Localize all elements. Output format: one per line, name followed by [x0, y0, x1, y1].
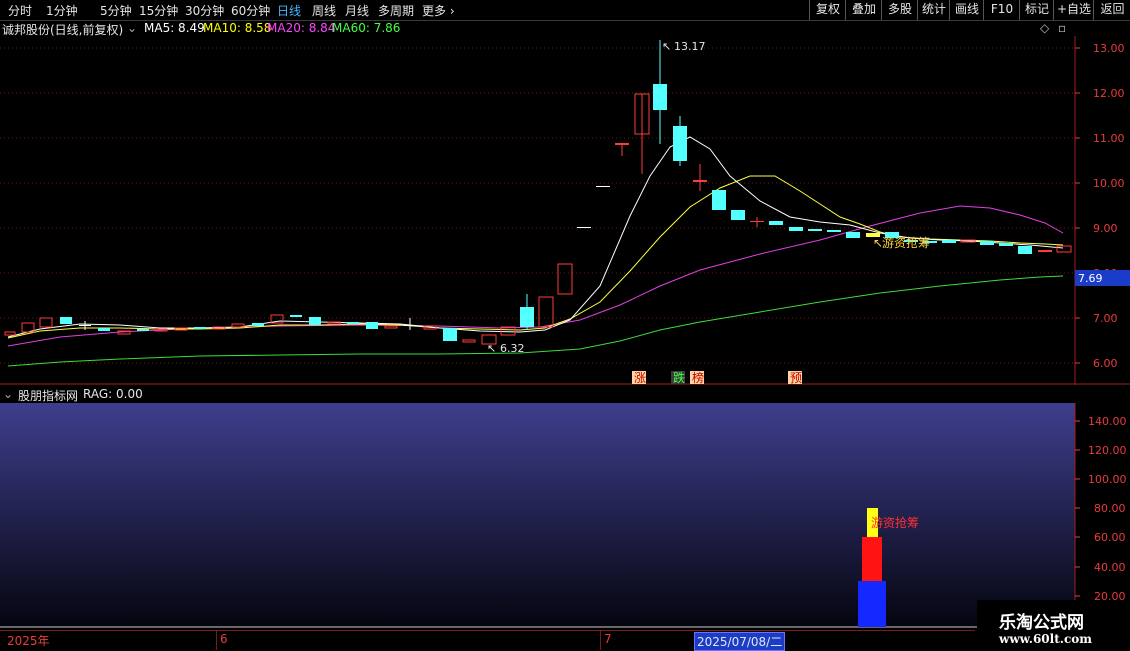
- ma5-label: MA5: 8.49: [144, 21, 205, 35]
- ma10-line: [7, 175, 1064, 339]
- indicator-y-tick: 120.00: [1088, 444, 1127, 457]
- candlestick-chart[interactable]: ↖ 13.17 ↖ 6.32 ↖ 游资抢筹 涨 跌 榜 预 13.00 12.0…: [0, 36, 1130, 385]
- signal-fall: 跌: [673, 370, 685, 385]
- y-tick: 11.00: [1093, 132, 1125, 145]
- main-annotation: 游资抢筹: [882, 235, 930, 250]
- indicator-annotation: 游资抢筹: [871, 515, 919, 530]
- y-tick: 10.00: [1093, 177, 1125, 190]
- ma20-line: [7, 205, 1064, 347]
- tab-weekly[interactable]: 周线: [312, 2, 336, 19]
- period-toolbar: 分时 1分钟 5分钟 15分钟 30分钟 60分钟 日线 周线 月线 多周期 更…: [0, 0, 1130, 21]
- tab-daily[interactable]: 日线: [277, 2, 301, 19]
- y-tick: 9.00: [1093, 222, 1118, 235]
- tab-fenshi[interactable]: 分时: [8, 2, 32, 19]
- add-watchlist-button[interactable]: +自选: [1053, 0, 1094, 20]
- draw-line-button[interactable]: 画线: [949, 0, 984, 20]
- indicator-chart[interactable]: 游资抢筹 140.00 120.00 100.00 80.00 60.00 40…: [0, 403, 1130, 630]
- indicator-header: ⌄ 股朋指标网 RAG: 0.00: [0, 385, 1075, 403]
- watermark-logo: 乐淘公式网 www.60lt.com: [977, 600, 1130, 650]
- indicator-y-tick: 80.00: [1094, 502, 1126, 515]
- watermark-name: 乐淘公式网: [999, 613, 1084, 633]
- tab-monthly[interactable]: 月线: [345, 2, 369, 19]
- tab-15min[interactable]: 15分钟: [139, 2, 178, 19]
- ma60-label: MA60: 7.86: [332, 21, 401, 35]
- signal-forecast: 预: [790, 371, 802, 385]
- indicator-y-tick: 60.00: [1094, 531, 1126, 544]
- y-tick: 13.00: [1093, 42, 1125, 55]
- signal-rise: 涨: [634, 370, 646, 385]
- y-tick: 6.00: [1093, 357, 1118, 370]
- tab-30min[interactable]: 30分钟: [185, 2, 224, 19]
- ma20-label: MA20: 8.84: [267, 21, 336, 35]
- cursor-date: 2025/07/08/二: [694, 632, 786, 651]
- diamond-icon[interactable]: ◇: [1040, 21, 1049, 35]
- month-label: 7: [604, 632, 612, 646]
- indicator-y-tick: 140.00: [1088, 415, 1127, 428]
- chevron-down-icon[interactable]: ⌄: [3, 387, 13, 401]
- high-marker: ↖: [662, 40, 671, 53]
- more-label: 更多: [422, 4, 447, 18]
- tab-multi-period[interactable]: 多周期: [378, 2, 414, 19]
- chevron-right-icon: ›: [446, 4, 455, 18]
- indicator-value: RAG: 0.00: [83, 387, 143, 401]
- stats-button[interactable]: 统计: [917, 0, 950, 20]
- year-label: 2025年: [7, 634, 50, 648]
- tab-60min[interactable]: 60分钟: [231, 2, 270, 19]
- ma10-label: MA10: 8.58: [203, 21, 272, 35]
- tab-5min[interactable]: 5分钟: [100, 2, 132, 19]
- indicator-y-tick: 100.00: [1088, 473, 1127, 486]
- low-price-label: 6.32: [500, 342, 525, 355]
- fuquan-button[interactable]: 复权: [809, 0, 846, 20]
- signal-board: 榜: [692, 370, 704, 385]
- main-chart-header: 诚邦股份(日线,前复权) ⌄ MA5: 8.49 MA10: 8.58 MA20…: [0, 20, 1075, 37]
- indicator-title: 股朋指标网: [18, 389, 79, 403]
- indicator-bar-red: [862, 537, 882, 581]
- ma60-line: [7, 275, 1064, 367]
- time-axis-bar: 2025年 6 7 2025/07/08/二: [0, 630, 975, 651]
- back-button[interactable]: 返回: [1093, 0, 1130, 20]
- overlay-button[interactable]: 叠加: [845, 0, 882, 20]
- tab-1min[interactable]: 1分钟: [46, 2, 78, 19]
- chevron-down-icon[interactable]: ⌄: [127, 21, 137, 35]
- y-tick: 7.00: [1093, 312, 1118, 325]
- tab-more[interactable]: 更多 ›: [422, 2, 455, 19]
- high-price-label: 13.17: [674, 40, 706, 53]
- y-tick: 12.00: [1093, 87, 1125, 100]
- month-label: 6: [220, 632, 228, 646]
- watermark-url: www.60lt.com: [999, 632, 1092, 646]
- indicator-bar-blue: [858, 581, 886, 627]
- f10-button[interactable]: F10: [983, 0, 1020, 20]
- multi-stock-button[interactable]: 多股: [881, 0, 918, 20]
- indicator-y-tick: 40.00: [1094, 561, 1126, 574]
- current-price-tag: 7.69: [1078, 272, 1103, 285]
- window-icon[interactable]: ▫: [1058, 21, 1066, 35]
- mark-button[interactable]: 标记: [1019, 0, 1054, 20]
- low-marker: ↖: [487, 342, 496, 355]
